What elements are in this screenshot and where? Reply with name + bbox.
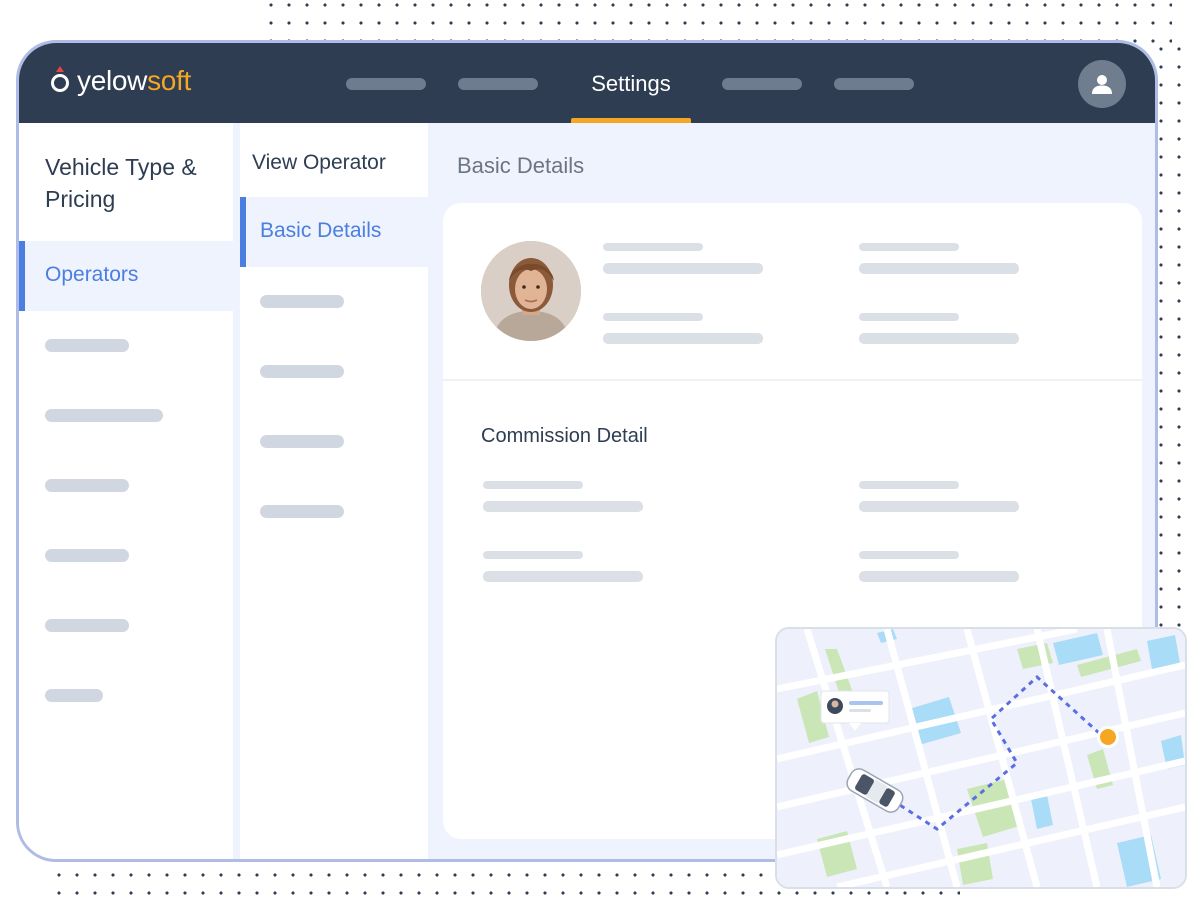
user-icon [1092,75,1112,94]
map-canvas [777,629,1185,887]
sidebar-item-placeholder[interactable] [45,689,103,702]
secondary-sidebar-title: View Operator [252,151,386,174]
skeleton-label [483,551,583,559]
nav-item-settings-label: Settings [591,71,671,96]
primary-sidebar: Vehicle Type & Pricing Operators [19,123,233,859]
brand-name-part2: soft [147,65,192,96]
destination-pin-icon [1097,726,1119,748]
nav-active-underline [571,118,691,123]
sidebar-item-placeholder[interactable] [260,365,344,378]
sidebar-item-basic-details-label: Basic Details [260,219,382,242]
nav-item-settings[interactable]: Settings [571,43,691,123]
skeleton-label [859,481,959,489]
nav-item-placeholder[interactable] [458,78,538,90]
skeleton-value [603,333,763,344]
brand-logo[interactable]: yelowsoft [51,65,191,97]
sidebar-section-title: Vehicle Type & Pricing [45,154,197,212]
skeleton-label [603,313,703,321]
section-title: Commission Detail [481,425,648,447]
brand-name-part1: yelow [77,65,148,96]
top-navbar: yelowsoft Settings [19,43,1155,123]
nav-item-placeholder[interactable] [834,78,914,90]
brand-name: yelowsoft [77,65,191,97]
skeleton-label [859,243,959,251]
skeleton-label [859,313,959,321]
sidebar-item-placeholder[interactable] [45,339,129,352]
sidebar-item-placeholder[interactable] [45,549,129,562]
user-menu-button[interactable] [1078,60,1126,108]
skeleton-value [859,571,1019,582]
skeleton-label [859,551,959,559]
skeleton-value [603,263,763,274]
sidebar-item-placeholder[interactable] [45,409,163,422]
route-map-widget[interactable] [775,627,1187,889]
sidebar-item-placeholder[interactable] [260,505,344,518]
skeleton-value [859,333,1019,344]
skeleton-value [859,501,1019,512]
nav-item-placeholder[interactable] [722,78,802,90]
sidebar-item-operators[interactable]: Operators [19,241,233,311]
sidebar-item-placeholder[interactable] [45,619,129,632]
skeleton-value [483,501,643,512]
sidebar-item-placeholder[interactable] [260,435,344,448]
skeleton-label [483,481,583,489]
page-title: Basic Details [457,153,585,178]
skeleton-value [483,571,643,582]
operator-avatar [481,241,581,341]
sidebar-item-operators-label: Operators [45,263,139,286]
card-divider [443,379,1142,381]
sidebar-item-placeholder[interactable] [260,295,344,308]
sidebar-item-basic-details[interactable]: Basic Details [240,197,428,267]
skeleton-label [603,243,703,251]
logo-icon [51,66,69,92]
nav-item-placeholder[interactable] [346,78,426,90]
sidebar-item-placeholder[interactable] [45,479,129,492]
skeleton-value [859,263,1019,274]
secondary-sidebar: View Operator Basic Details [240,123,428,859]
